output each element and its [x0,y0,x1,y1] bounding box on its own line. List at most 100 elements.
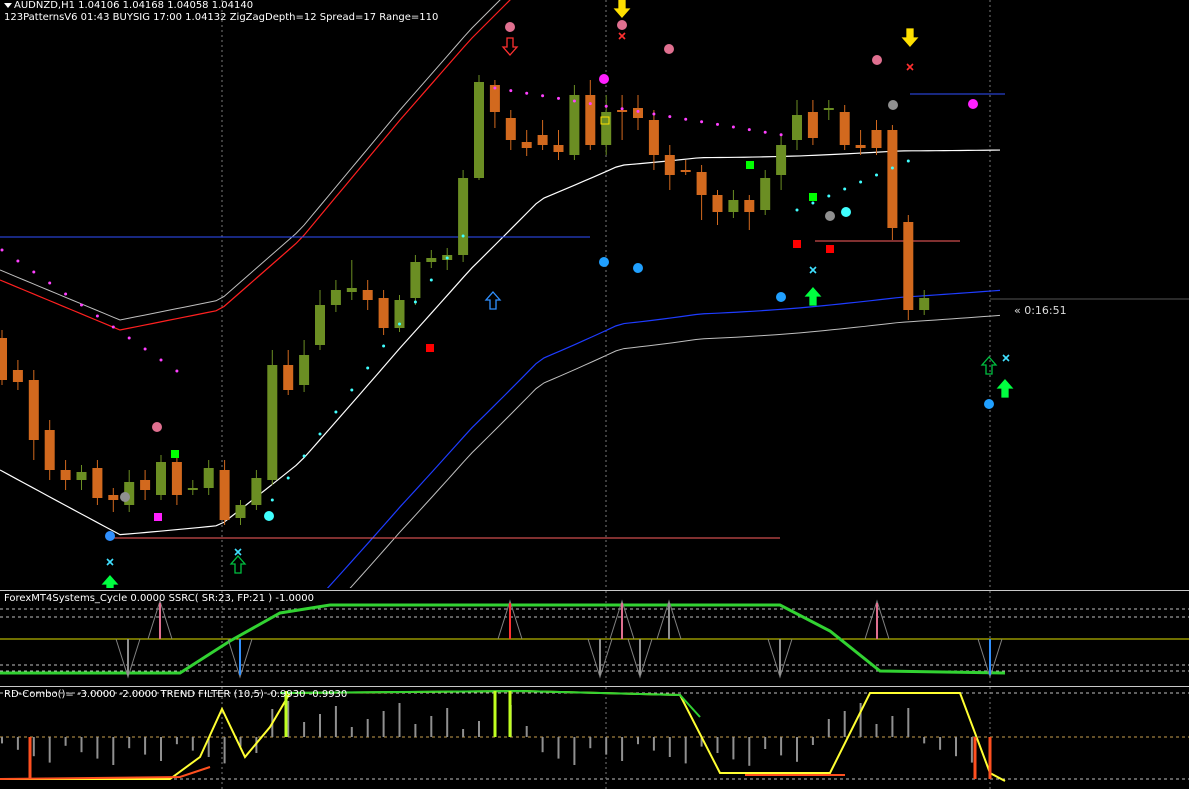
sar-dot [350,388,354,392]
buy-signal-outline-arrow-icon [229,555,247,574]
symbol-dropdown-icon[interactable] [4,3,12,8]
sar-dot [302,454,306,458]
bearish-candle [505,118,516,140]
bullish-candle [410,262,421,298]
sar-dot [16,259,20,263]
bearish-candle [108,495,119,500]
sar-dot [286,476,290,480]
signal-square [746,161,754,169]
pattern-info-line: 123PatternsV6 01:43 BUYSIG 17:00 1.04132… [4,12,439,23]
signal-square [826,245,834,253]
combo-indicator-pane[interactable]: RD-Combo()= -3.0000 -2.0000 TREND FILTER… [0,686,1189,789]
sar-dot [64,292,68,296]
bullish-candle [203,468,214,488]
upper-band [0,0,511,331]
signal-square [426,344,434,352]
bullish-candle [728,200,739,212]
sar-dot [95,314,99,318]
cross-marker-icon [906,63,914,71]
signal-dot [505,22,515,32]
bearish-candle [887,130,898,228]
signal-dot [120,492,130,502]
main-chart-pane[interactable]: AUDNZD,H1 1.04106 1.04168 1.04058 1.0414… [0,0,1189,588]
sar-dot [620,107,624,111]
bearish-candle [219,470,230,520]
bearish-candle [648,120,659,155]
sar-dot [779,133,783,137]
sell-arrow-icon [901,28,919,47]
bullish-candle [187,488,198,490]
sar-dot [366,366,370,370]
sar-dot [413,300,417,304]
bullish-candle [235,505,246,518]
buy-signal-outline-arrow-icon [980,356,998,375]
bearish-candle [633,108,643,118]
cycle-indicator-plot [0,591,1189,685]
bearish-candle [0,338,7,380]
signal-dot [152,422,162,432]
buy-arrow-icon [996,379,1014,398]
cross-marker-icon [234,548,242,556]
bearish-candle [807,112,818,138]
sar-dot [731,125,735,129]
sar-dot [843,187,847,191]
sar-dot [668,115,672,119]
bullish-candle [267,365,278,480]
bullish-candle [315,305,325,345]
sar-dot [827,194,831,198]
sar-dot [270,498,274,502]
symbol-quote-line: AUDNZD,H1 1.04106 1.04168 1.04058 1.0414… [14,0,254,11]
sar-dot [398,322,401,326]
signal-dot [264,511,274,521]
price-chart[interactable] [0,0,1189,588]
sar-dot [747,128,751,132]
sar-dot [557,96,560,100]
breakout-arrow-icon [484,291,502,310]
bearish-candle [378,298,389,328]
bullish-candle [346,288,357,292]
bar-countdown-timer: « 0:16:51 [1014,304,1067,317]
cross-marker-icon [809,266,817,274]
sar-dot [127,336,131,340]
sar-dot [159,358,163,362]
buy-arrow-icon [804,287,822,306]
buy-arrow-icon [101,575,119,588]
signal-square [793,240,801,248]
sar-dot [461,234,465,238]
bullish-candle [299,355,310,385]
trend-filter-line [0,689,1006,782]
bearish-candle [171,462,182,495]
bearish-candle [12,370,23,382]
signal-dot [599,257,609,267]
sar-dot [652,112,656,116]
signal-dot [105,531,115,541]
signal-dot [872,55,882,65]
sell-signal-outline-arrow-icon [501,37,519,56]
bearish-candle [680,170,691,172]
signal-dot [776,292,786,302]
bearish-candle [696,172,707,195]
bullish-candle [251,478,262,505]
sar-dot [80,303,83,307]
sar-dot [509,89,513,93]
bearish-candle [92,468,103,498]
cross-marker-icon [1002,354,1010,362]
sar-dot [795,208,799,212]
bearish-candle [44,430,55,470]
bearish-candle [744,200,755,212]
cycle-indicator-label: ForexMT4Systems_Cycle 0.0000 SSRC( SR:23… [4,593,314,604]
sar-dot [636,109,640,113]
lower-outer-band [349,314,1001,588]
cross-marker-icon [618,32,626,40]
sar-dot [811,201,815,205]
sar-dot [716,122,719,126]
sar-dot [32,270,36,274]
bullish-candle [156,462,166,495]
bearish-candle [283,365,294,390]
cycle-indicator-pane[interactable]: ForexMT4Systems_Cycle 0.0000 SSRC( SR:23… [0,590,1189,685]
bearish-candle [855,145,866,148]
bullish-candle [458,178,469,255]
bearish-candle [362,290,373,300]
signal-dot [984,399,994,409]
sar-dot [111,325,115,329]
